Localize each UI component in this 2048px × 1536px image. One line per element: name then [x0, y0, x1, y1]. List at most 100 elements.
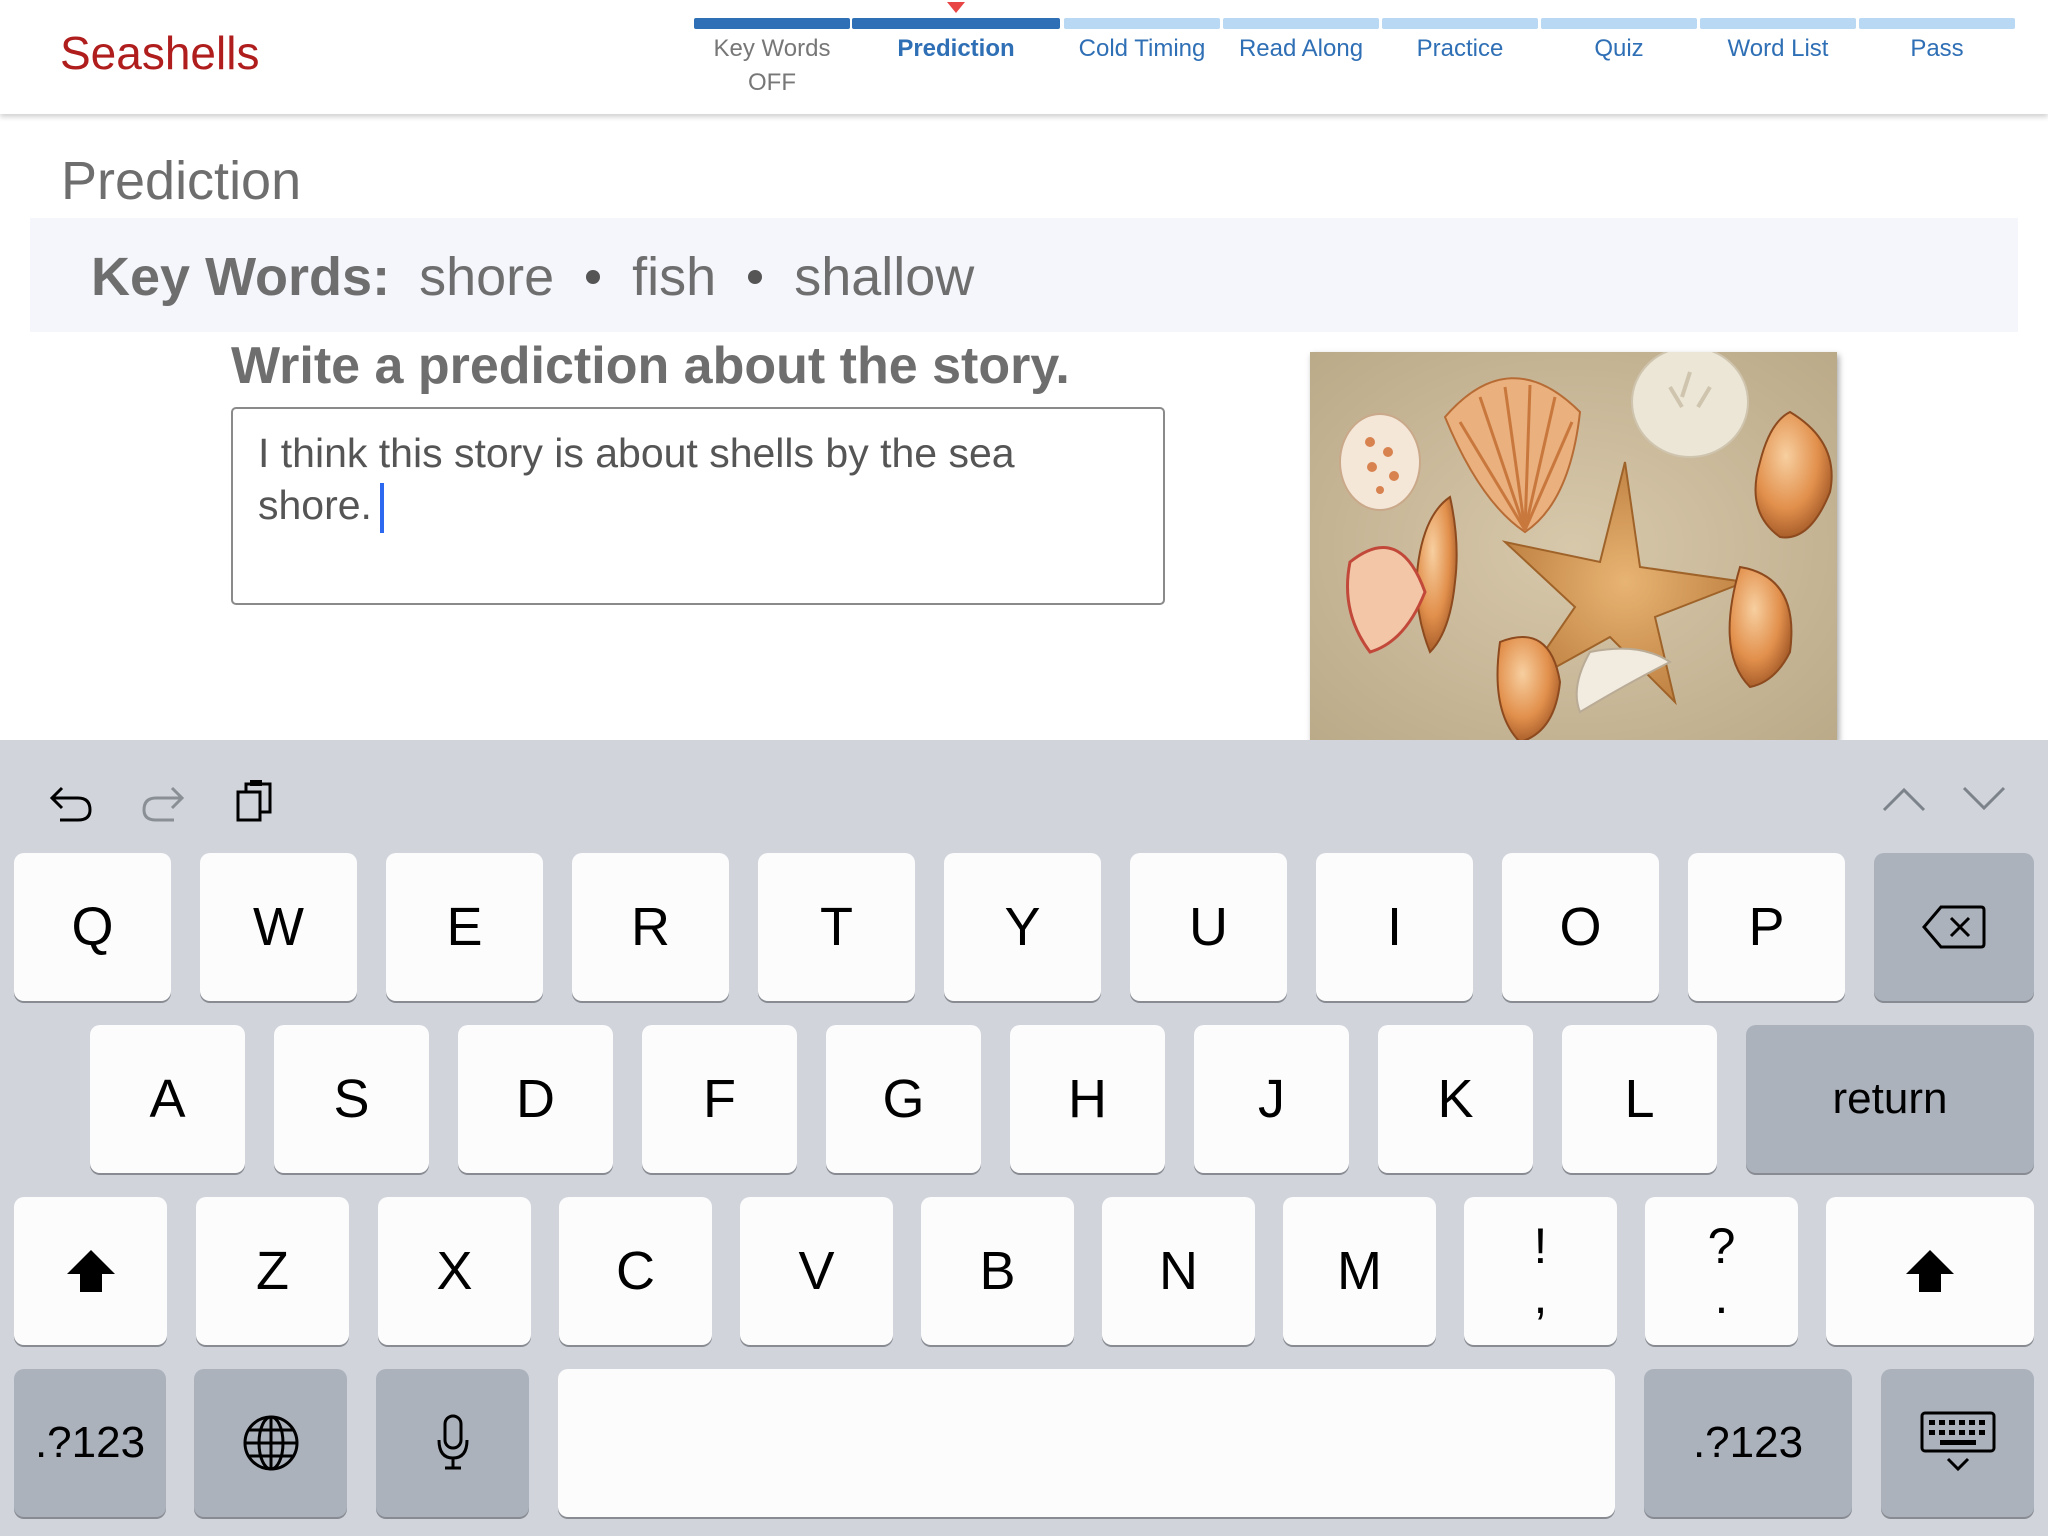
- key-label: K: [1437, 1069, 1474, 1129]
- tab-prediction[interactable]: Prediction: [852, 0, 1060, 114]
- tab-progress-bar: [1223, 18, 1379, 29]
- key-label: A: [149, 1069, 186, 1129]
- key-d[interactable]: D: [458, 1025, 613, 1173]
- space-bar[interactable]: [558, 1369, 1615, 1517]
- key-s[interactable]: S: [274, 1025, 429, 1173]
- tab-label: Key Words: [713, 35, 831, 62]
- prediction-instruction: Write a prediction about the story.: [231, 337, 1070, 395]
- chevron-down-icon[interactable]: [1962, 786, 2006, 812]
- key-w[interactable]: W: [200, 853, 357, 1001]
- keyword: shore: [419, 247, 555, 307]
- keyword: shallow: [794, 247, 975, 307]
- key-r[interactable]: R: [572, 853, 729, 1001]
- tab-pass[interactable]: Pass: [1859, 0, 2015, 114]
- key-h[interactable]: H: [1010, 1025, 1165, 1173]
- key-label-stack: ? .: [1708, 1221, 1736, 1321]
- key-exclamation-comma[interactable]: ! ,: [1464, 1197, 1617, 1345]
- key-n[interactable]: N: [1102, 1197, 1255, 1345]
- prediction-textarea[interactable]: I think this story is about shells by th…: [231, 407, 1165, 605]
- tab-progress-bar: [852, 18, 1060, 29]
- numbers-key-right[interactable]: .?123: [1644, 1369, 1852, 1517]
- key-q[interactable]: Q: [14, 853, 171, 1001]
- tab-cold-timing[interactable]: Cold Timing: [1064, 0, 1220, 114]
- key-label: F: [703, 1069, 736, 1129]
- tab-progress-bar: [1382, 18, 1538, 29]
- key-bottom-label: ,: [1533, 1268, 1548, 1324]
- microphone-icon: [437, 1414, 468, 1470]
- key-t[interactable]: T: [758, 853, 915, 1001]
- key-a[interactable]: A: [90, 1025, 245, 1173]
- key-u[interactable]: U: [1130, 853, 1287, 1001]
- dictation-key[interactable]: [376, 1369, 529, 1517]
- key-f[interactable]: F: [642, 1025, 797, 1173]
- return-key[interactable]: return: [1746, 1025, 2034, 1173]
- key-j[interactable]: J: [1194, 1025, 1349, 1173]
- key-z[interactable]: Z: [196, 1197, 349, 1345]
- key-top-label: ?: [1707, 1218, 1736, 1274]
- key-e[interactable]: E: [386, 853, 543, 1001]
- key-top-label: !: [1533, 1218, 1548, 1274]
- key-label: Z: [256, 1241, 289, 1301]
- text-caret: [379, 483, 384, 534]
- key-label: U: [1189, 897, 1228, 957]
- key-label: S: [333, 1069, 370, 1129]
- numbers-key-left[interactable]: .?123: [14, 1369, 166, 1517]
- key-label: C: [616, 1241, 655, 1301]
- key-i[interactable]: I: [1316, 853, 1473, 1001]
- tab-quiz[interactable]: Quiz: [1541, 0, 1697, 114]
- delete-key[interactable]: [1874, 853, 2034, 1001]
- key-m[interactable]: M: [1283, 1197, 1436, 1345]
- tab-read-along[interactable]: Read Along: [1223, 0, 1379, 114]
- backspace-icon: [1922, 905, 1986, 949]
- key-k[interactable]: K: [1378, 1025, 1533, 1173]
- key-label: N: [1159, 1241, 1198, 1301]
- redo-icon[interactable]: [140, 780, 186, 826]
- tab-practice[interactable]: Practice: [1382, 0, 1538, 114]
- keyboard-dismiss-icon: [1920, 1411, 1995, 1472]
- key-y[interactable]: Y: [944, 853, 1101, 1001]
- key-label: .?123: [34, 1418, 146, 1467]
- tab-progress-bar: [1064, 18, 1220, 29]
- key-v[interactable]: V: [740, 1197, 893, 1345]
- key-label: D: [516, 1069, 555, 1129]
- key-p[interactable]: P: [1688, 853, 1845, 1001]
- key-c[interactable]: C: [559, 1197, 712, 1345]
- tab-progress-bar: [1541, 18, 1697, 29]
- keyword: fish: [632, 247, 717, 307]
- key-b[interactable]: B: [921, 1197, 1074, 1345]
- key-l[interactable]: L: [1562, 1025, 1717, 1173]
- paste-icon[interactable]: [234, 778, 276, 824]
- page-title: Prediction: [61, 151, 302, 211]
- key-label: J: [1258, 1069, 1285, 1129]
- key-label: .?123: [1692, 1418, 1804, 1467]
- tab-word-list[interactable]: Word List: [1700, 0, 1856, 114]
- tab-key-words[interactable]: Key Words OFF: [694, 0, 850, 114]
- key-bottom-label: .: [1714, 1268, 1729, 1324]
- tab-label: Cold Timing: [1078, 35, 1206, 62]
- shift-icon: [66, 1250, 115, 1292]
- shift-key-left[interactable]: [14, 1197, 167, 1345]
- keywords-panel: Key Words: shore fish shallow: [30, 218, 2018, 332]
- hide-keyboard-key[interactable]: [1881, 1369, 2034, 1517]
- globe-icon: [243, 1415, 298, 1471]
- key-label-stack: ! ,: [1534, 1221, 1548, 1321]
- key-label: V: [798, 1241, 835, 1301]
- key-g[interactable]: G: [826, 1025, 981, 1173]
- tab-label: Prediction: [897, 35, 1015, 62]
- key-o[interactable]: O: [1502, 853, 1659, 1001]
- globe-key[interactable]: [194, 1369, 347, 1517]
- key-label: H: [1068, 1069, 1107, 1129]
- story-image: [1310, 352, 1837, 742]
- keywords-line: Key Words: shore fish shallow: [91, 246, 974, 308]
- shift-key-right[interactable]: [1826, 1197, 2034, 1345]
- key-x[interactable]: X: [378, 1197, 531, 1345]
- chevron-up-icon[interactable]: [1882, 786, 1926, 812]
- tab-label: Read Along: [1238, 35, 1364, 62]
- key-label: G: [882, 1069, 925, 1129]
- tab-sublabel: OFF: [748, 69, 796, 96]
- key-question-period[interactable]: ? .: [1645, 1197, 1798, 1345]
- undo-icon[interactable]: [48, 780, 94, 826]
- shift-icon: [1906, 1250, 1954, 1292]
- tab-label: Practice: [1416, 35, 1504, 62]
- seashells-picture: [1310, 352, 1837, 742]
